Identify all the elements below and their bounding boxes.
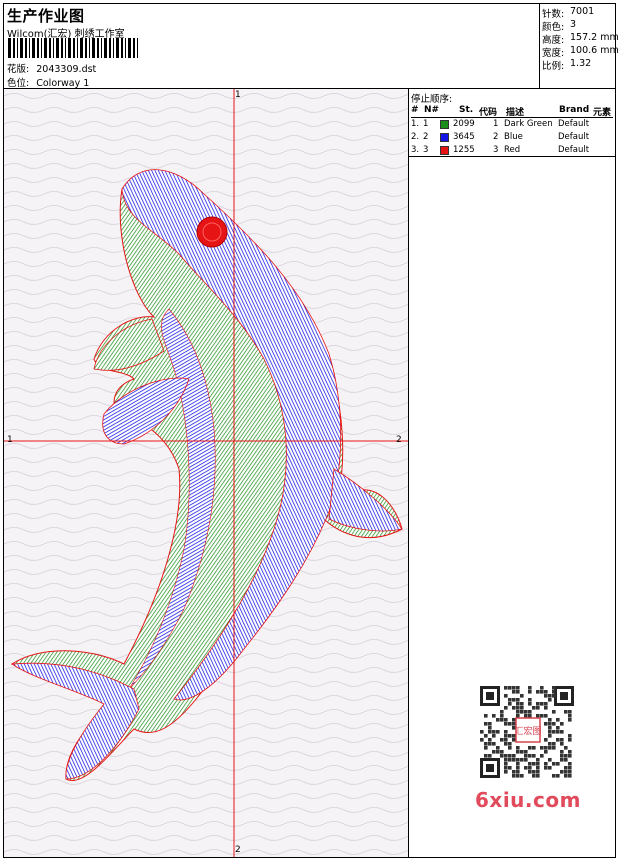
axis-label-right: 2 [396, 435, 402, 445]
design-file-label: 花版: [7, 64, 30, 75]
spec-colors: 颜色: 3 [542, 19, 576, 33]
color-swatch [440, 120, 449, 129]
col-index: # [411, 105, 419, 115]
spec-value: 100.6 mm [570, 45, 619, 56]
spec-width: 宽度: 100.6 mm [542, 45, 619, 59]
col-element: 元素 [593, 108, 612, 118]
sheet-title: 生产作业图 [7, 7, 85, 25]
row-brand: Default [558, 145, 590, 155]
spec-height: 高度: 157.2 mm [542, 32, 619, 46]
colorway-row: 色位: Colorway 1 [7, 75, 89, 89]
col-stitches: St. [459, 105, 474, 115]
col-brand: Brand [559, 105, 590, 115]
barcode [8, 38, 142, 58]
color-swatch [440, 133, 449, 142]
row-needle: 2 [423, 132, 429, 142]
row-index: 1. [411, 119, 420, 129]
col-description: 描述 [506, 108, 525, 118]
colorway-label: 色位: [7, 78, 30, 89]
col-needle: N# [424, 105, 440, 115]
axis-label-top: 1 [235, 90, 241, 100]
row-stitches: 1255 [453, 145, 475, 155]
table-row: 2. 2 3645 2 Blue Default [411, 131, 613, 144]
stop-sequence-title: 停止顺序: [411, 94, 453, 105]
row-description: Dark Green [504, 119, 553, 129]
axis-label-left: 1 [7, 435, 13, 445]
qr-code-graphic: 汇宏图 [480, 686, 574, 778]
row-brand: Default [558, 132, 590, 142]
row-index: 3. [411, 145, 420, 155]
design-canvas: 1 2 1 2 [4, 89, 409, 857]
spec-value: 3 [570, 19, 577, 30]
design-file-row: 花版: 2043309.dst [7, 61, 96, 75]
header-info: 生产作业图 Wilcom(汇宏) 刺绣工作室 花版: 2043309.dst 色… [4, 4, 540, 89]
design-file-value: 2043309.dst [36, 64, 97, 75]
spec-label: 比例: [542, 61, 565, 72]
spec-value: 1.32 [570, 58, 592, 69]
stop-sequence-header: # N# St. 代码 描述 Brand 元素 [411, 104, 613, 118]
design-specs: 针数: 7001 颜色: 3 高度: 157.2 mm 宽度: 100.6 mm… [540, 4, 619, 89]
spec-stitches: 针数: 7001 [542, 6, 594, 20]
spec-scale: 比例: 1.32 [542, 58, 591, 72]
dolphin-embroidery [4, 89, 408, 857]
spec-value: 157.2 mm [570, 32, 619, 43]
row-code: 2 [493, 132, 499, 142]
row-needle: 1 [423, 119, 429, 129]
row-description: Red [504, 145, 521, 155]
table-row: 1. 1 2099 1 Dark Green Default [411, 118, 613, 131]
colorway-value: Colorway 1 [36, 78, 90, 89]
row-description: Blue [504, 132, 523, 142]
axis-label-bottom: 2 [235, 845, 241, 855]
qr-stamp: 汇宏图 [514, 725, 541, 737]
row-code: 3 [493, 145, 499, 155]
row-brand: Default [558, 119, 590, 129]
row-stitches: 3645 [453, 132, 475, 142]
col-code: 代码 [479, 108, 498, 118]
row-needle: 3 [423, 145, 429, 155]
qr-code: 汇宏图 [472, 682, 582, 782]
row-code: 1 [493, 119, 499, 129]
dolphin-dorsal-fin [328, 468, 403, 532]
color-swatch [440, 146, 449, 155]
row-stitches: 2099 [453, 119, 475, 129]
dolphin-eye [196, 216, 228, 248]
row-index: 2. [411, 132, 420, 142]
spec-value: 7001 [570, 6, 595, 17]
site-watermark: 6xiu.com [475, 788, 581, 812]
table-divider [409, 156, 615, 157]
